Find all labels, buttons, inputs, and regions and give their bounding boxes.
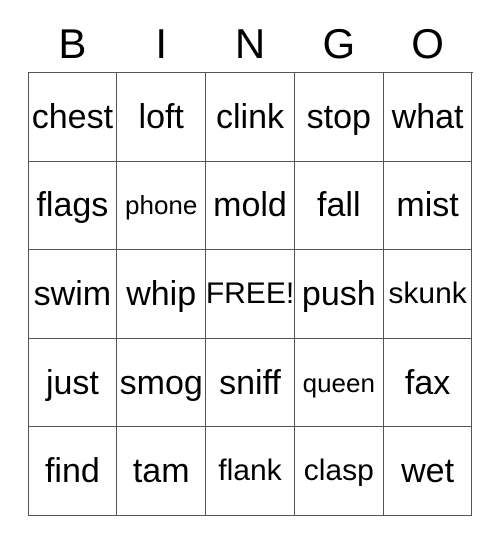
bingo-cell[interactable]: what xyxy=(383,73,473,162)
bingo-card: B I N G O chest loft clink stop what fla… xyxy=(0,0,500,544)
bingo-cell-label: chest xyxy=(31,97,114,136)
header-letter-b: B xyxy=(58,20,87,67)
bingo-cell-label: sniff xyxy=(219,363,281,402)
bingo-cell[interactable]: sniff xyxy=(206,338,295,428)
bingo-cell-label: what xyxy=(391,97,464,136)
header-letter-g: G xyxy=(322,20,356,67)
bingo-cell-label: flags xyxy=(36,186,109,225)
bingo-cell-label: swim xyxy=(33,274,112,313)
bingo-cell[interactable]: clink xyxy=(206,73,295,162)
bingo-cell-label: clasp xyxy=(303,454,374,488)
bingo-cell-label: fax xyxy=(404,363,451,402)
bingo-cell[interactable]: clasp xyxy=(294,427,384,516)
bingo-cell-label: loft xyxy=(138,97,184,136)
bingo-row: find tam flank clasp wet xyxy=(28,427,473,516)
bingo-cell-label: queen xyxy=(302,367,375,398)
bingo-cell[interactable]: swim xyxy=(28,250,118,339)
bingo-cell[interactable]: push xyxy=(294,250,384,339)
bingo-row: swim whip FREE! push skunk xyxy=(28,250,473,339)
bingo-cell-label: mist xyxy=(396,186,459,225)
bingo-cell[interactable]: tam xyxy=(117,427,207,516)
bingo-cell[interactable]: flags xyxy=(28,161,118,251)
bingo-cell-label: wet xyxy=(401,452,455,491)
bingo-cell[interactable]: wet xyxy=(383,427,473,516)
bingo-cell-label: just xyxy=(45,363,99,402)
header-letter-i: I xyxy=(155,20,168,67)
bingo-cell-label: FREE! xyxy=(206,276,295,310)
bingo-cell[interactable]: find xyxy=(28,427,118,516)
bingo-cell[interactable]: fax xyxy=(383,338,473,428)
bingo-cell[interactable]: phone xyxy=(117,161,207,251)
bingo-row: flags phone mold fall mist xyxy=(28,161,473,251)
bingo-cell-label: push xyxy=(301,274,376,313)
bingo-cell-label: tam xyxy=(132,452,190,491)
bingo-cell[interactable]: just xyxy=(28,338,118,428)
bingo-cell-label: flank xyxy=(218,454,282,488)
bingo-header: B I N G O xyxy=(28,0,472,72)
bingo-cell[interactable]: flank xyxy=(206,427,295,516)
bingo-cell[interactable]: mold xyxy=(206,161,295,251)
bingo-cell[interactable]: mist xyxy=(383,161,473,251)
bingo-grid: chest loft clink stop what flags phone m… xyxy=(27,72,473,516)
bingo-cell[interactable]: fall xyxy=(294,161,384,251)
bingo-cell[interactable]: chest xyxy=(28,73,118,162)
bingo-cell-label: find xyxy=(44,452,100,491)
bingo-cell-label: stop xyxy=(306,97,371,136)
bingo-cell[interactable]: smog xyxy=(117,338,207,428)
bingo-row: chest loft clink stop what xyxy=(28,73,473,162)
bingo-cell[interactable]: whip xyxy=(117,250,207,339)
bingo-row: just smog sniff queen fax xyxy=(28,338,473,428)
bingo-cell-label: skunk xyxy=(388,276,467,310)
bingo-cell-label: whip xyxy=(126,274,197,313)
bingo-cell-label: fall xyxy=(317,186,361,225)
bingo-cell[interactable]: loft xyxy=(117,73,207,162)
bingo-cell-label: clink xyxy=(215,97,284,136)
bingo-cell-label: mold xyxy=(213,186,287,225)
bingo-cell[interactable]: skunk xyxy=(383,250,473,339)
bingo-cell[interactable]: queen xyxy=(294,338,384,428)
bingo-cell-label: phone xyxy=(125,190,198,221)
header-letter-o: O xyxy=(411,20,444,67)
bingo-cell-free-space[interactable]: FREE! xyxy=(206,250,295,339)
bingo-cell[interactable]: stop xyxy=(294,73,384,162)
bingo-cell-label: smog xyxy=(119,363,203,402)
header-letter-n: N xyxy=(234,20,266,67)
